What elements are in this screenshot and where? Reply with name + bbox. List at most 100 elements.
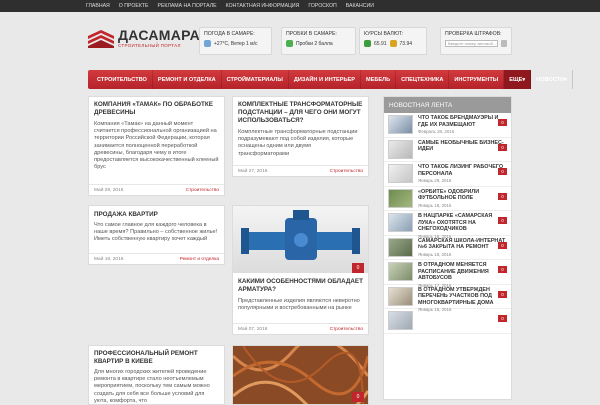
euro-icon (389, 40, 397, 47)
top-menu-home[interactable]: Главная (86, 3, 110, 9)
site-logo[interactable]: ДАСАМАРА Строительный портал (88, 28, 200, 48)
feed-thumbnail[interactable] (388, 262, 413, 281)
feed-item-date: Январь 18, 2016 (418, 251, 452, 257)
nav-repair[interactable]: Ремонт и отделка (153, 70, 222, 89)
feed-item[interactable]: Что такое лизинг рабочего персонала Январ… (384, 162, 511, 187)
feed-thumbnail[interactable] (388, 115, 413, 134)
eur-rate: 73.94 (399, 40, 413, 47)
feed-thumbnail[interactable] (388, 213, 413, 232)
article-title[interactable]: Продажа квартир (89, 206, 224, 219)
nav-news[interactable]: Новости▾ (531, 70, 574, 89)
feed-comment-count[interactable]: 0 (498, 217, 507, 224)
article-card[interactable]: 0 Какими особенностями обладает арматура… (232, 205, 369, 335)
feed-item-title[interactable]: В нацпарке «Самарская Лука» охотятся на … (418, 213, 507, 233)
article-category[interactable]: Строительство (330, 327, 363, 332)
currency-title: Курсы валют: (364, 31, 404, 37)
feed-comment-count[interactable]: 0 (498, 315, 507, 322)
fines-widget: Проверка штрафов: Введите номер автомоб.… (440, 27, 512, 55)
fines-title: Проверка штрафов: (445, 31, 502, 37)
feed-comment-count[interactable]: 0 (498, 143, 507, 151)
article-title[interactable]: Профессиональный ремонт квартир в Киеве (89, 346, 224, 366)
article-card[interactable]: Продажа квартир Что самое главное для ка… (88, 205, 225, 265)
weather-title: Погода в Самаре: (204, 31, 255, 37)
feed-item-date: Январь 18, 2016 (418, 202, 452, 208)
feed-thumbnail[interactable] (388, 286, 413, 306)
article-title[interactable]: Комплектные трансформаторные подстанции … (233, 97, 368, 125)
feed-comment-count[interactable]: 0 (498, 168, 507, 175)
feed-item-title[interactable]: Самые необычные бизнес-идеи (418, 140, 507, 153)
comment-count[interactable]: 0 (352, 392, 364, 402)
feed-item[interactable]: Самые необычные бизнес-идеи 0 (384, 138, 511, 162)
feed-comment-count[interactable]: 0 (498, 119, 507, 126)
traffic-icon (286, 40, 293, 47)
nav-tools[interactable]: Инструменты (449, 70, 505, 89)
comment-count[interactable]: 0 (352, 263, 364, 273)
feed-thumbnail[interactable] (388, 188, 413, 208)
top-menu-contacts[interactable]: Контактная информация (226, 3, 300, 9)
top-menu-jobs[interactable]: Вакансии (346, 3, 374, 9)
article-title[interactable]: Какими особенностями обладает арматура? (233, 273, 368, 294)
copper-wire-image (233, 346, 368, 404)
article-category[interactable]: Строительство (330, 169, 363, 174)
feed-item-title[interactable]: «Орбите» одобрили футбольное поле (418, 189, 507, 202)
article-date: Май 07, 2016 (238, 326, 268, 332)
feed-thumbnail[interactable] (388, 164, 413, 183)
feed-item[interactable]: «Орбите» одобрили футбольное поле Январь … (384, 187, 511, 211)
feed-item-title[interactable]: Что такое брендмауэры и где их размещают (418, 115, 507, 128)
feed-comment-count[interactable]: 0 (498, 266, 507, 273)
article-card[interactable]: Профессиональный ремонт квартир в Киеве … (88, 345, 225, 405)
news-feed: Новостная лента Что такое брендмауэры и … (383, 96, 512, 400)
top-menu: Главная О проекте Реклама на портале Кон… (0, 0, 600, 12)
traffic-widget: Пробки в Самаре: Пробки 2 балла (281, 27, 356, 55)
article-category[interactable]: Строительство (186, 188, 219, 193)
usd-rate: 65.91 (374, 40, 387, 47)
article-date: Май 29, 2016 (94, 187, 124, 193)
feed-item-title[interactable]: В Отрадном утвержден перечень участков п… (418, 287, 507, 307)
article-image-copper[interactable]: 0 (233, 346, 368, 404)
weather-value: +27°C, Ветер 1 м/с (214, 40, 258, 47)
feed-comment-count[interactable]: 0 (498, 192, 507, 200)
feed-comment-count[interactable]: 0 (498, 290, 507, 298)
car-number-input[interactable]: Введите номер автомоб... (445, 40, 498, 47)
nav-design[interactable]: Дизайн и интерьер (289, 70, 362, 89)
feed-item[interactable]: В Отрадном утвержден перечень участков п… (384, 285, 511, 312)
feed-thumbnail[interactable] (388, 139, 413, 159)
weather-icon (204, 40, 211, 47)
article-date: Май 19, 2016 (94, 256, 124, 262)
currency-widget: Курсы валют: 65.91 73.94 (359, 27, 427, 55)
feed-item-title[interactable]: Самарская школа-интернат №6 закрыта на р… (418, 238, 507, 251)
top-menu-ads[interactable]: Реклама на портале (158, 3, 217, 9)
feed-item[interactable]: В Отрадном меняется расписание движения … (384, 260, 511, 288)
fines-search-button[interactable] (500, 40, 507, 47)
traffic-value: Пробки 2 балла (296, 40, 333, 47)
feed-item[interactable]: Самарская школа-интернат №6 закрыта на р… (384, 236, 511, 260)
article-category[interactable]: Ремонт и отделка (180, 257, 219, 262)
dollar-icon (364, 40, 371, 47)
feed-thumbnail[interactable] (388, 237, 413, 257)
feed-item[interactable]: 0 (384, 309, 511, 334)
feed-thumbnail[interactable] (388, 311, 413, 330)
article-card[interactable]: Компания «Тамак» по обработке древесины … (88, 96, 225, 196)
nav-more[interactable]: Еще▾ (504, 70, 532, 89)
article-excerpt: Представленные изделия являются неверотн… (238, 298, 360, 312)
top-menu-horoscope[interactable]: Гороскоп (308, 3, 336, 9)
article-card[interactable]: Комплектные трансформаторные подстанции … (232, 96, 369, 177)
nav-furniture[interactable]: Мебель (361, 70, 397, 89)
article-title[interactable]: Компания «Тамак» по обработке древесины (89, 97, 224, 117)
article-image-valve[interactable]: 0 (233, 206, 368, 273)
feed-item-title[interactable]: Что такое лизинг рабочего персонала (418, 164, 507, 177)
feed-item-date: Январь 29, 2016 (418, 178, 452, 183)
nav-materials[interactable]: Стройматериалы (222, 70, 289, 89)
feed-comment-count[interactable]: 0 (498, 241, 507, 249)
article-excerpt: Компания «Тамак» на данный момент считае… (94, 121, 219, 171)
feed-item[interactable]: В нацпарке «Самарская Лука» охотятся на … (384, 211, 511, 239)
article-card[interactable]: 0 (232, 345, 369, 405)
nav-construction[interactable]: Строительство (92, 70, 153, 89)
traffic-title: Пробки в Самаре: (286, 31, 337, 37)
feed-item-title[interactable]: В Отрадном меняется расписание движения … (418, 262, 507, 282)
valve-image (241, 210, 360, 260)
logo-roof-icon (88, 28, 114, 48)
nav-machinery[interactable]: Спецтехника (396, 70, 450, 89)
top-menu-about[interactable]: О проекте (119, 3, 149, 9)
feed-item[interactable]: Что такое брендмауэры и где их размещают… (384, 113, 511, 138)
